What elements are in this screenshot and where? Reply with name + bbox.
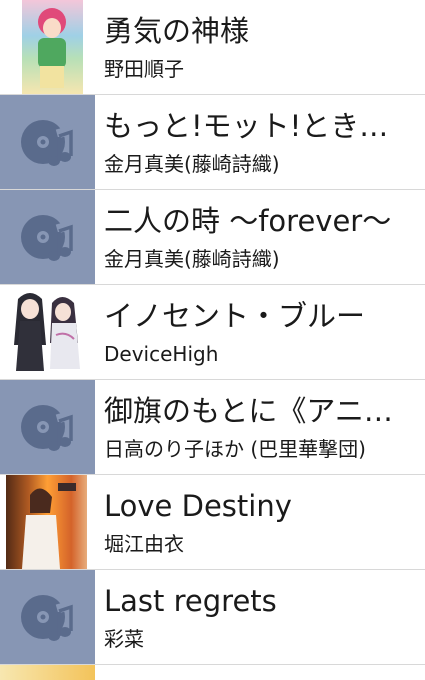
album-art [0,665,95,680]
song-artist: 日高のり子ほか (巴里華撃団) [104,437,366,461]
song-title: もっと!モット!ときめ… [104,109,416,143]
album-art [0,285,95,379]
song-artist: 野田順子 [104,57,184,81]
list-item[interactable]: 勇気の神様 野田順子 [0,0,425,95]
music-note-placeholder-icon [0,190,95,284]
song-title: 勇気の神様 [104,14,250,48]
music-note-placeholder-icon [0,380,95,474]
album-art [0,475,95,569]
song-artist: 堀江由衣 [104,532,184,556]
list-item-partial[interactable] [0,665,425,680]
song-artist: 金月真美(藤崎詩織) [104,152,280,176]
song-title: Love Destiny [104,489,292,523]
list-item[interactable]: もっと!モット!ときめ… 金月真美(藤崎詩織) [0,95,425,190]
list-item[interactable]: Love Destiny 堀江由衣 [0,475,425,570]
song-title: Last regrets [104,584,277,618]
list-item[interactable]: Last regrets 彩菜 [0,570,425,665]
song-title: 二人の時 〜forever〜 [104,204,392,238]
list-item[interactable]: 御旗のもとに《アニ… 日高のり子ほか (巴里華撃団) [0,380,425,475]
list-item[interactable]: イノセント・ブルー DeviceHigh [0,285,425,380]
song-title: イノセント・ブルー [104,299,366,333]
song-title: 御旗のもとに《アニ… [104,394,393,428]
music-note-placeholder-icon [0,570,95,664]
song-artist: 彩菜 [104,627,144,651]
song-artist: DeviceHigh [104,342,219,366]
music-note-placeholder-icon [0,95,95,189]
song-list: 勇気の神様 野田順子 もっと!モット!ときめ… 金月真美(藤崎詩織) 二人の時 … [0,0,425,680]
album-art [0,0,95,94]
song-artist: 金月真美(藤崎詩織) [104,247,280,271]
list-item[interactable]: 二人の時 〜forever〜 金月真美(藤崎詩織) [0,190,425,285]
